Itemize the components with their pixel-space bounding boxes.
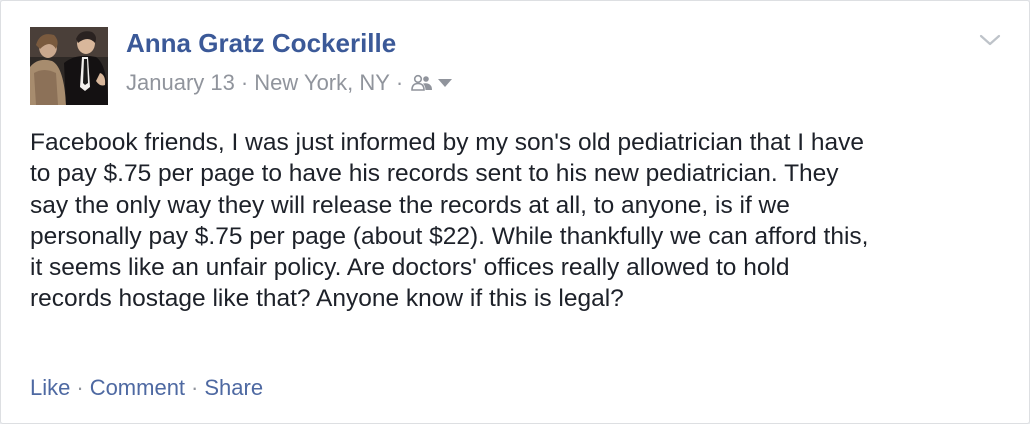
meta-separator: · [395, 70, 404, 95]
audience-selector[interactable] [411, 74, 453, 92]
meta-separator: · [240, 70, 249, 95]
post-actions: Like · Comment · Share [30, 375, 263, 401]
author-avatar[interactable] [30, 27, 108, 105]
avatar-photo [30, 27, 108, 105]
action-separator: · [191, 375, 199, 400]
friends-icon [411, 74, 433, 91]
action-separator: · [76, 375, 84, 400]
post-date-link[interactable]: January 13 [126, 70, 235, 96]
share-link[interactable]: Share [204, 375, 263, 400]
like-link[interactable]: Like [30, 375, 70, 400]
post-text: Facebook friends, I was just informed by… [30, 129, 869, 313]
chevron-down-icon[interactable] [979, 31, 1001, 49]
comment-link[interactable]: Comment [90, 375, 185, 400]
post-location-link[interactable]: New York, NY [254, 70, 390, 96]
author-name-link[interactable]: Anna Gratz Cockerille [126, 28, 396, 59]
post-meta: January 13 · New York, NY · [126, 70, 453, 96]
caret-down-icon [438, 79, 453, 87]
post-card: Anna Gratz Cockerille January 13 · New Y… [0, 0, 1030, 424]
